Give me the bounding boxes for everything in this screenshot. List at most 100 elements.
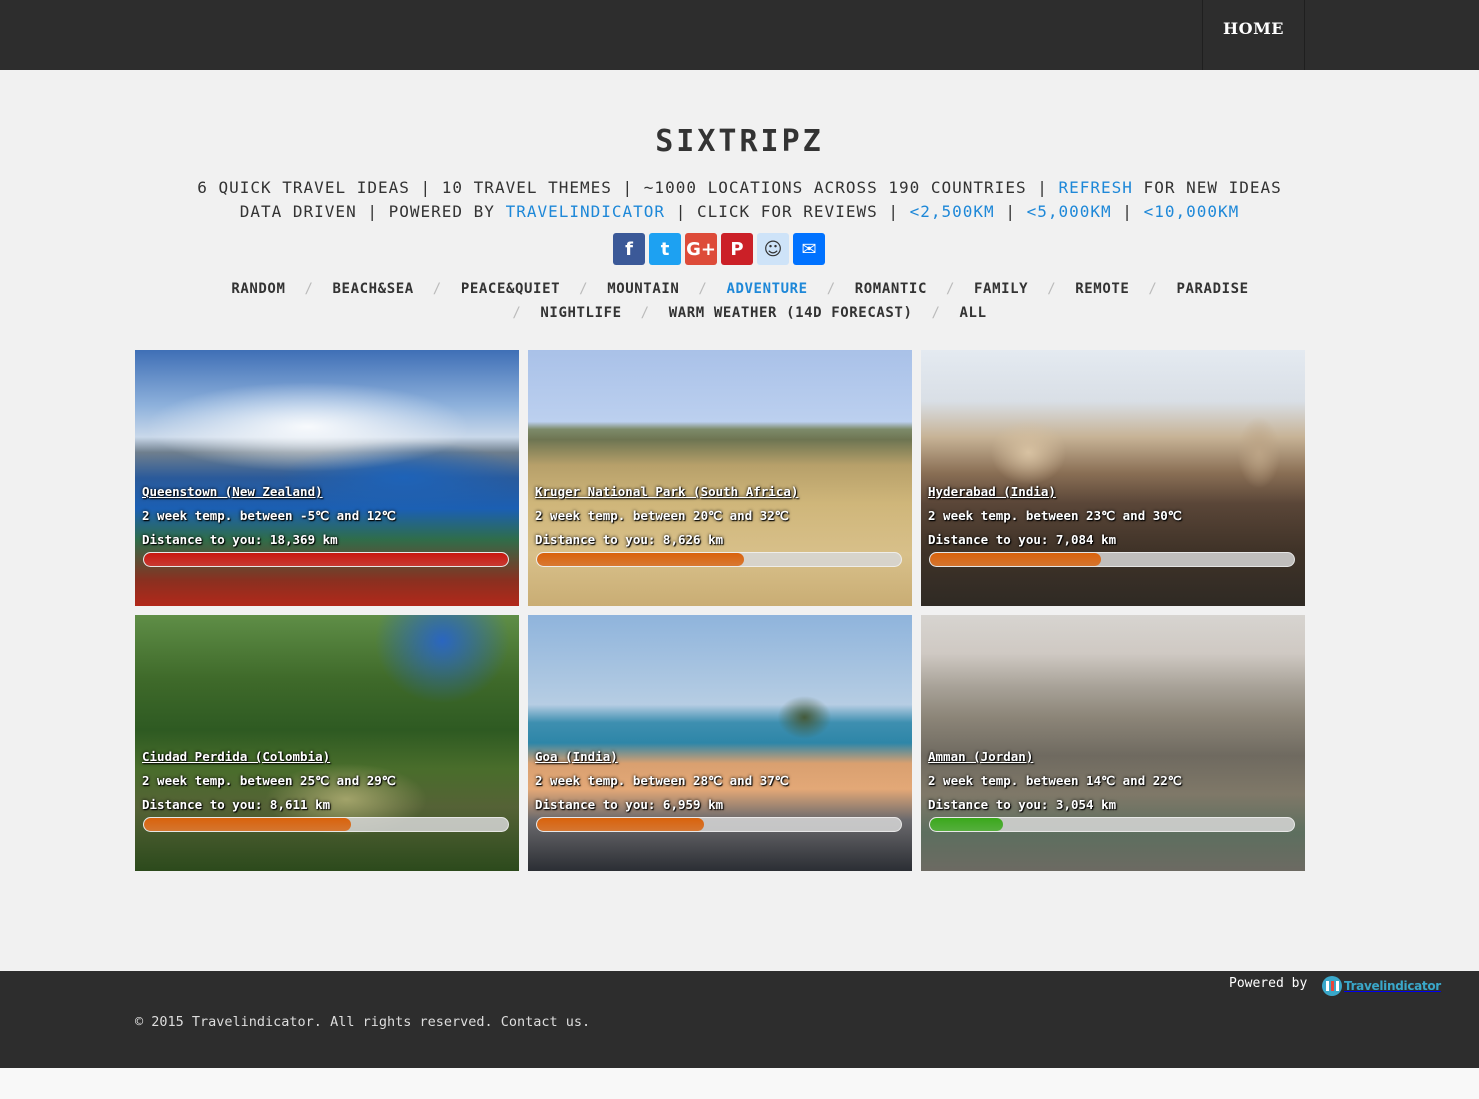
distance-bar <box>929 552 1295 567</box>
category-separator: / <box>698 281 708 297</box>
travelindicator-link[interactable]: TRAVELINDICATOR <box>506 202 666 221</box>
category-separator: / <box>512 305 522 321</box>
category-link-romantic[interactable]: ROMANTIC <box>855 281 927 297</box>
temperature-range: 2 week temp. between 28℃ and 37℃ <box>535 773 789 788</box>
facebook-share-button[interactable]: f <box>613 233 645 265</box>
footer: Powered by Travelindicator © 2015 Travel… <box>0 971 1479 1068</box>
destination-photo <box>135 350 519 606</box>
temperature-range: 2 week temp. between 20℃ and 32℃ <box>535 508 789 523</box>
destination-name-link[interactable]: Amman (Jordan) <box>928 749 1298 773</box>
category-link-all[interactable]: ALL <box>960 305 987 321</box>
category-link-peace-quiet[interactable]: PEACE&QUIET <box>461 281 560 297</box>
destination-photo <box>921 350 1305 606</box>
destination-photo <box>528 615 912 871</box>
distance-bar-fill <box>537 553 745 566</box>
site-title: SIXTRIPZ <box>655 124 824 159</box>
category-link-warm-weather-14d-forecast[interactable]: WARM WEATHER (14D FORECAST) <box>669 305 913 321</box>
share-buttons: f t G+ P ☺ ✉ <box>613 233 827 265</box>
distance-bar <box>536 552 902 567</box>
distance-bar-fill <box>930 818 1003 831</box>
distance-bar <box>143 552 509 567</box>
distance-bar <box>929 817 1295 832</box>
tagline-separator: | <box>1111 202 1144 221</box>
distance-bar-fill <box>144 553 508 566</box>
travelindicator-logo[interactable]: Travelindicator <box>1322 974 1447 998</box>
destination-name-link[interactable]: Queenstown (New Zealand) <box>142 484 512 508</box>
temperature-range: 2 week temp. between -5℃ and 12℃ <box>142 508 396 523</box>
category-separator: / <box>931 305 941 321</box>
category-link-remote[interactable]: REMOTE <box>1075 281 1129 297</box>
destination-card[interactable]: Amman (Jordan) 2 week temp. between 14℃ a… <box>921 615 1305 871</box>
category-separator: / <box>826 281 836 297</box>
category-link-beach-sea[interactable]: BEACH&SEA <box>333 281 414 297</box>
destination-card[interactable]: Ciudad Perdida (Colombia) 2 week temp. be… <box>135 615 519 871</box>
tagline-text: 6 QUICK TRAVEL IDEAS | 10 TRAVEL THEMES … <box>197 178 1059 197</box>
destination-name-link[interactable]: Ciudad Perdida (Colombia) <box>142 749 512 773</box>
copyright-text: © 2015 Travelindicator. All rights reser… <box>135 1014 591 1030</box>
distance-filter-2500[interactable]: <2,500KM <box>910 202 995 221</box>
email-share-button[interactable]: ✉ <box>793 233 825 265</box>
reddit-icon: ☺ <box>763 238 783 260</box>
destination-photo <box>135 615 519 871</box>
distance-filter-5000[interactable]: <5,000KM <box>1027 202 1112 221</box>
tagline-text: DATA DRIVEN | POWERED BY <box>239 202 506 221</box>
temperature-range: 2 week temp. between 25℃ and 29℃ <box>142 773 396 788</box>
distance-bar <box>536 817 902 832</box>
distance-bar-fill <box>144 818 352 831</box>
twitter-icon: t <box>660 238 670 260</box>
tagline-separator: | <box>994 202 1027 221</box>
category-separator: / <box>304 281 314 297</box>
destination-card[interactable]: Queenstown (New Zealand) 2 week temp. bet… <box>135 350 519 606</box>
destination-info: Hyderabad (India) 2 week temp. between 23… <box>928 484 1298 567</box>
distance-bar-fill <box>930 553 1102 566</box>
category-link-nightlife[interactable]: NIGHTLIFE <box>540 305 621 321</box>
google-plus-icon: G+ <box>686 238 716 260</box>
destination-photo <box>921 615 1305 871</box>
tagline-text: | CLICK FOR REVIEWS | <box>665 202 910 221</box>
destination-info: Goa (India) 2 week temp. between 28℃ and … <box>535 749 905 832</box>
destination-name-link[interactable]: Hyderabad (India) <box>928 484 1298 508</box>
category-link-adventure[interactable]: ADVENTURE <box>726 281 807 297</box>
top-navbar: HOME <box>0 0 1479 70</box>
destination-info: Queenstown (New Zealand) 2 week temp. bet… <box>142 484 512 567</box>
category-separator: / <box>432 281 442 297</box>
reddit-share-button[interactable]: ☺ <box>757 233 789 265</box>
destination-name-link[interactable]: Goa (India) <box>535 749 905 773</box>
destination-info: Ciudad Perdida (Colombia) 2 week temp. be… <box>142 749 512 832</box>
travelindicator-logo-icon <box>1322 976 1342 996</box>
destination-card[interactable]: Hyderabad (India) 2 week temp. between 23… <box>921 350 1305 606</box>
temperature-range: 2 week temp. between 23℃ and 30℃ <box>928 508 1182 523</box>
tagline-row-1: 6 QUICK TRAVEL IDEAS | 10 TRAVEL THEMES … <box>0 178 1479 197</box>
tagline-text: FOR NEW IDEAS <box>1132 178 1282 197</box>
refresh-link[interactable]: REFRESH <box>1058 178 1132 197</box>
destination-card[interactable]: Goa (India) 2 week temp. between 28℃ and … <box>528 615 912 871</box>
destination-info: Kruger National Park (South Africa) 2 wee… <box>535 484 905 567</box>
facebook-icon: f <box>625 238 633 260</box>
tagline-row-2: DATA DRIVEN | POWERED BY TRAVELINDICATOR… <box>0 202 1479 221</box>
category-link-mountain[interactable]: MOUNTAIN <box>607 281 679 297</box>
distance-bar-fill <box>537 818 705 831</box>
category-link-family[interactable]: FAMILY <box>974 281 1028 297</box>
category-separator: / <box>945 281 956 297</box>
pinterest-icon: P <box>730 238 744 260</box>
powered-by-label: Powered by <box>1229 976 1308 991</box>
category-separator: / <box>1047 281 1057 297</box>
category-separator: / <box>579 281 589 297</box>
home-link[interactable]: HOME <box>1202 0 1305 70</box>
pinterest-share-button[interactable]: P <box>721 233 753 265</box>
google-plus-share-button[interactable]: G+ <box>685 233 717 265</box>
travelindicator-logo-text: Travelindicator <box>1344 979 1441 993</box>
destination-photo <box>528 350 912 606</box>
category-separator: / <box>1148 281 1158 297</box>
distance-bar <box>143 817 509 832</box>
twitter-share-button[interactable]: t <box>649 233 681 265</box>
category-nav-row-2: / NIGHTLIFE / WARM WEATHER (14D FORECAST) / A… <box>140 305 1340 321</box>
category-link-paradise[interactable]: PARADISE <box>1176 281 1248 297</box>
destination-name-link[interactable]: Kruger National Park (South Africa) <box>535 484 905 508</box>
destination-card[interactable]: Kruger National Park (South Africa) 2 wee… <box>528 350 912 606</box>
category-nav-row-1: RANDOM / BEACH&SEA / PEACE&QUIET / MOUNTAIN / AD… <box>140 281 1340 297</box>
distance-filter-10000[interactable]: <10,000KM <box>1144 202 1240 221</box>
destination-info: Amman (Jordan) 2 week temp. between 14℃ a… <box>928 749 1298 832</box>
category-link-random[interactable]: RANDOM <box>231 281 285 297</box>
temperature-range: 2 week temp. between 14℃ and 22℃ <box>928 773 1182 788</box>
